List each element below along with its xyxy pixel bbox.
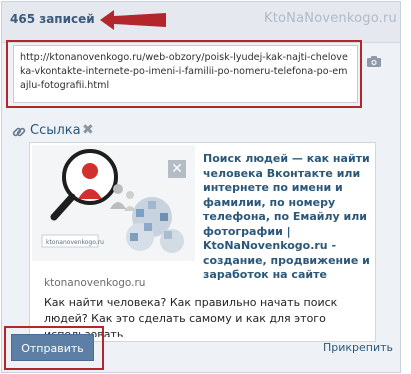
posts-count: 465 записей xyxy=(10,12,95,26)
camera-icon[interactable] xyxy=(367,56,381,67)
preview-domain: ktonanovenkogo.ru xyxy=(44,277,146,289)
remove-attachment-icon[interactable]: ✖ xyxy=(82,122,94,138)
attachment-type-label: Ссылка xyxy=(30,123,81,138)
close-preview-button[interactable]: ✕ xyxy=(168,160,186,178)
send-button[interactable]: Отправить xyxy=(11,334,94,361)
annotation-arrow-icon xyxy=(100,10,166,30)
attach-link[interactable]: Прикрепить xyxy=(323,341,393,354)
post-text-field[interactable]: http://ktonanovenkogo.ru/web-obzory/pois… xyxy=(13,45,358,103)
watermark-text: KtoNaNovenkogo.ru xyxy=(264,11,397,26)
link-attachment-icon xyxy=(12,127,26,137)
preview-title-link[interactable]: Поиск людей — как найти человека Вконтак… xyxy=(203,152,371,283)
svg-text:ktonanovenkogo.ru: ktonanovenkogo.ru xyxy=(46,239,104,246)
